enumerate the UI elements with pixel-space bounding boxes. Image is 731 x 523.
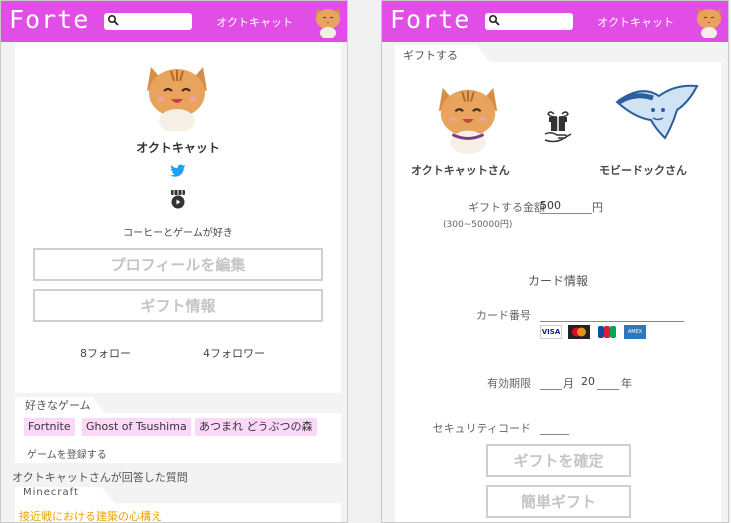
easy-gift-button[interactable]: 簡単ギフト bbox=[486, 485, 631, 518]
gift-tab: ギフトする bbox=[395, 45, 490, 62]
header-username[interactable]: オクトキャット bbox=[597, 14, 674, 30]
card-info-title: カード情報 bbox=[527, 274, 588, 288]
profile-name: オクトキャット bbox=[136, 141, 220, 155]
user-avatar[interactable] bbox=[312, 4, 344, 38]
register-game-link[interactable]: ゲームを登録する bbox=[27, 446, 107, 461]
security-code-label: セキュリティコード bbox=[432, 422, 531, 435]
security-code-input[interactable] bbox=[540, 420, 569, 435]
card-number-input[interactable] bbox=[540, 307, 684, 322]
top-bar: Forte オクトキャット bbox=[382, 1, 728, 42]
confirm-gift-button[interactable]: ギフトを確定 bbox=[486, 444, 631, 477]
search-icon bbox=[488, 14, 500, 26]
amount-value: 500 bbox=[540, 199, 561, 212]
user-avatar[interactable] bbox=[693, 4, 725, 38]
recipient-name: モビードックさん bbox=[599, 164, 687, 177]
search-input[interactable] bbox=[485, 13, 573, 30]
sender-name: オクトキャットさん bbox=[411, 164, 510, 177]
year-unit: 年 bbox=[621, 377, 632, 390]
question-tag[interactable]: Minecraft bbox=[15, 487, 115, 503]
amount-label: ギフトする金額 bbox=[468, 201, 545, 214]
visa-icon: VISA bbox=[540, 325, 562, 339]
gift-info-button[interactable]: ギフト情報 bbox=[33, 289, 323, 322]
search-input[interactable] bbox=[104, 13, 192, 30]
question-tag-label: Minecraft bbox=[23, 487, 79, 498]
app-logo[interactable]: Forte bbox=[390, 5, 470, 34]
gift-card: オクトキャットさん モビードックさん ギフトする金額 (300~50000円) … bbox=[395, 62, 721, 522]
game-chip[interactable]: Fortnite bbox=[24, 418, 75, 436]
month-unit: 月 bbox=[563, 377, 574, 390]
follower-count[interactable]: 4フォロワー bbox=[203, 345, 265, 361]
top-bar: Forte オクトキャット bbox=[1, 1, 347, 42]
amex-icon: AMEX bbox=[624, 325, 646, 339]
twitter-icon[interactable] bbox=[170, 164, 186, 178]
card-brands: VISA AMEX bbox=[540, 325, 646, 339]
game-platform-icon[interactable] bbox=[168, 189, 188, 209]
follow-count[interactable]: 8フォロー bbox=[80, 345, 131, 361]
game-chip[interactable]: あつまれ どうぶつの森 bbox=[195, 418, 317, 436]
expiry-year-prefix: 20 bbox=[581, 375, 595, 388]
app-logo[interactable]: Forte bbox=[9, 5, 89, 34]
jcb-icon bbox=[596, 325, 618, 339]
question-link[interactable]: 接近戦における建築の心構え bbox=[19, 508, 162, 522]
recipient-avatar bbox=[615, 84, 699, 140]
edit-profile-button[interactable]: プロフィールを編集 bbox=[33, 248, 323, 281]
question-card: 接近戦における建築の心構え bbox=[15, 503, 341, 522]
search-icon bbox=[107, 14, 119, 26]
gift-screen: Forte オクトキャット ギフトする オクトキャットさん モビードックさん ギ… bbox=[381, 0, 729, 523]
expiry-year-input[interactable] bbox=[597, 375, 619, 390]
expiry-month-input[interactable] bbox=[540, 375, 562, 390]
sender-avatar bbox=[438, 87, 498, 154]
favorite-games-title: 好きなゲーム bbox=[25, 399, 91, 412]
mastercard-icon bbox=[568, 325, 590, 339]
game-chip[interactable]: Ghost of Tsushima bbox=[82, 418, 191, 436]
profile-bio: コーヒーとゲームが好き bbox=[123, 228, 233, 239]
profile-card: オクトキャット コーヒーとゲームが好き プロフィールを編集 ギフト情報 8フォロ… bbox=[15, 43, 341, 393]
currency-unit: 円 bbox=[592, 201, 603, 214]
amount-range: (300~50000円) bbox=[443, 220, 513, 230]
favorite-games-card: Fortnite Ghost of Tsushima あつまれ どうぶつの森 ゲ… bbox=[15, 413, 341, 463]
answered-questions-title: オクトキャットさんが回答した質問 bbox=[12, 471, 188, 484]
profile-avatar bbox=[147, 67, 207, 131]
gift-tab-label: ギフトする bbox=[403, 49, 458, 62]
favorite-games-tab: 好きなゲーム bbox=[15, 397, 105, 413]
expiry-label: 有効期限 bbox=[487, 377, 531, 390]
card-number-label: カード番号 bbox=[476, 309, 531, 322]
gift-box-icon bbox=[544, 111, 572, 143]
profile-screen: Forte オクトキャット オクトキャット コーヒーとゲームが好き プロフィール… bbox=[0, 0, 348, 523]
header-username[interactable]: オクトキャット bbox=[216, 14, 293, 30]
amount-input[interactable]: 500 bbox=[540, 199, 592, 214]
